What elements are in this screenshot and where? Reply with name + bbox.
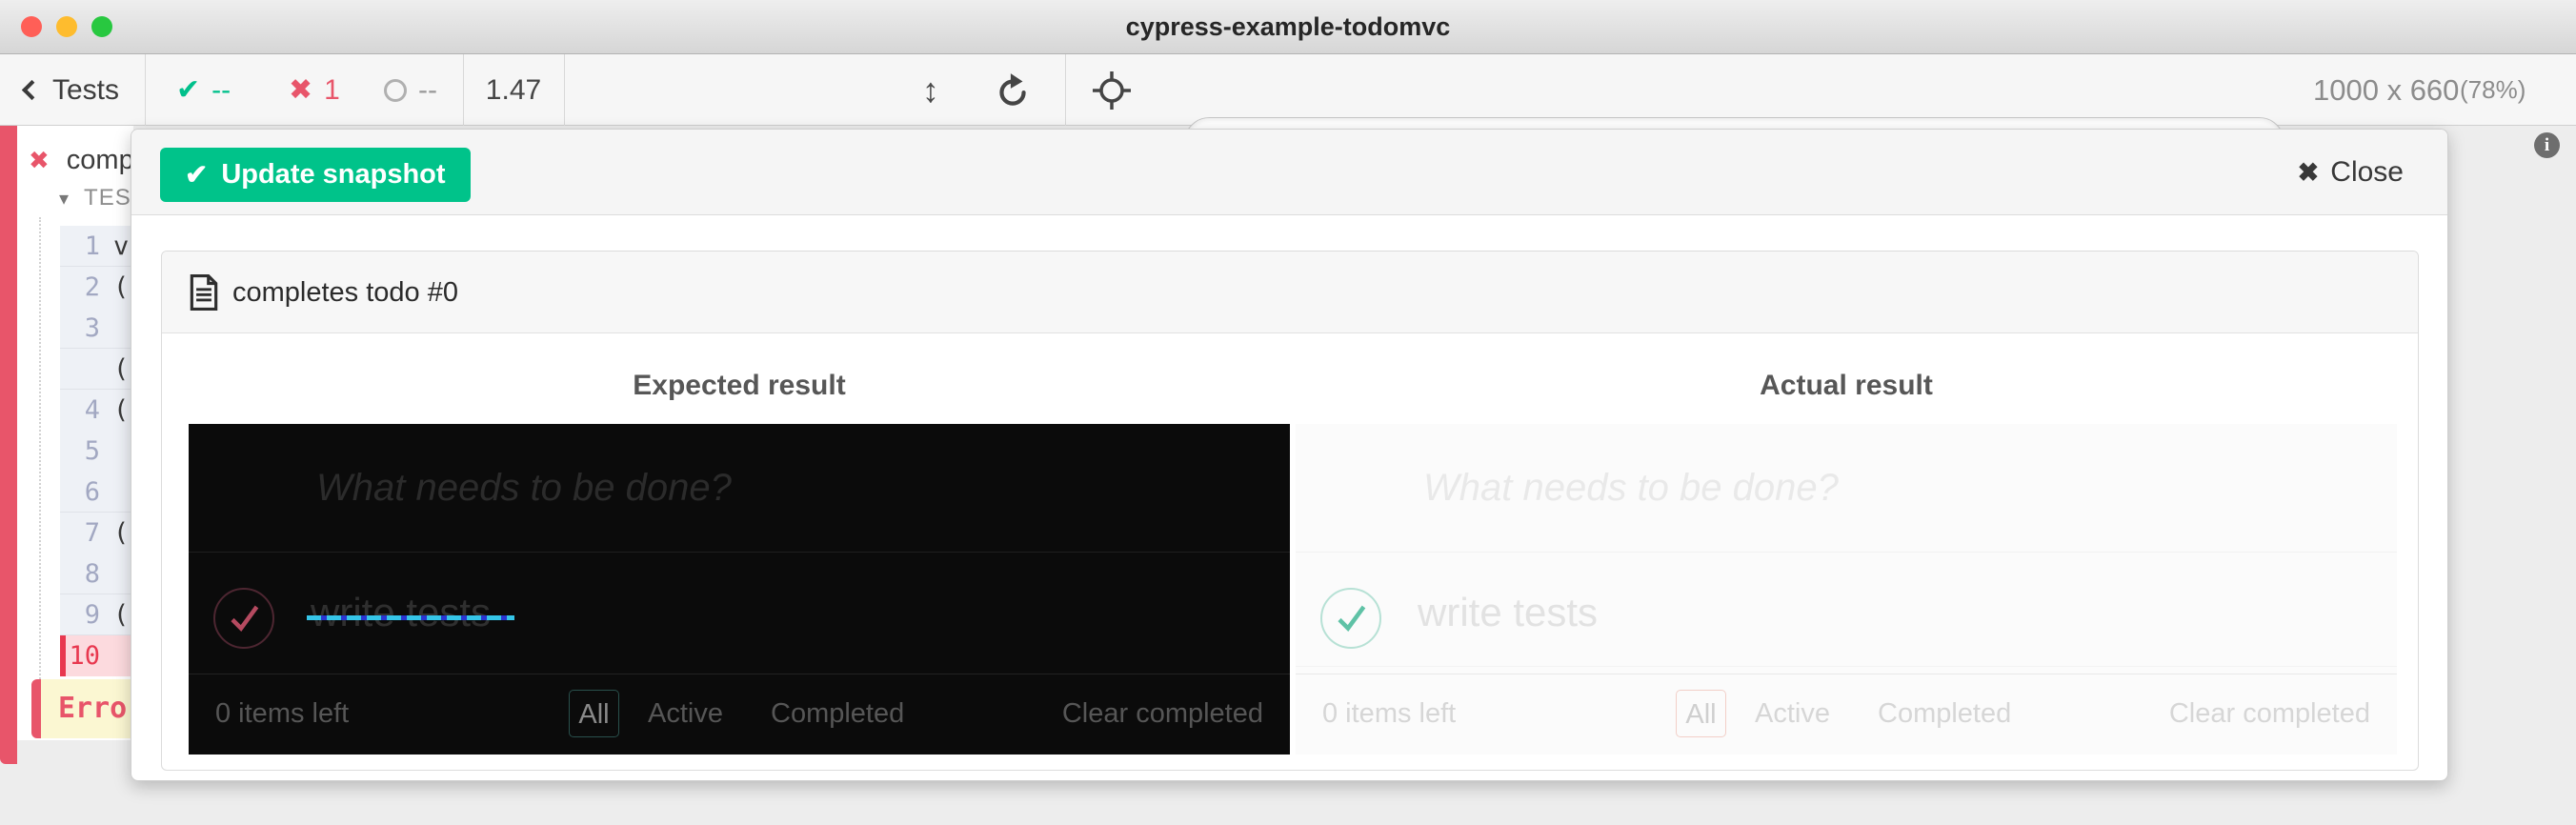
viewport-size: 1000 x 660 — [2313, 54, 2459, 126]
app-window: cypress-example-todomvc Tests ✔ -- ✖ 1 -… — [0, 0, 2576, 825]
check-icon: ✔ — [176, 73, 200, 107]
filter-completed: Completed — [1878, 690, 2011, 737]
toolbar: Tests ✔ -- ✖ 1 -- 1.47 ↕ — [0, 54, 2576, 126]
todo-toggle-icon — [1320, 588, 1381, 649]
close-button[interactable]: ✖ Close — [2298, 130, 2404, 215]
window-title: cypress-example-todomvc — [0, 0, 2576, 54]
test-duration: 1.47 — [463, 54, 564, 126]
items-left-count: 0 items left — [1322, 690, 1456, 737]
test-name: compl — [67, 145, 140, 176]
x-icon: ✖ — [289, 73, 312, 107]
filter-active: Active — [1755, 690, 1830, 737]
overlay-header: ✔ Update snapshot ✖ Close — [131, 130, 2447, 215]
close-icon: ✖ — [2298, 158, 2320, 188]
refresh-icon — [993, 70, 1033, 111]
expected-snapshot: What needs to be done? write tests 0 ite… — [189, 424, 1290, 755]
items-left-count: 0 items left — [215, 690, 349, 737]
indent-guide — [39, 217, 41, 724]
document-icon — [189, 274, 219, 315]
divider — [1065, 54, 1066, 126]
filter-completed: Completed — [771, 690, 904, 737]
snapshot-overlay: ✔ Update snapshot ✖ Close — [131, 129, 2448, 781]
pending-circle-icon — [384, 79, 407, 102]
new-todo-placeholder: What needs to be done? — [1423, 424, 1839, 552]
viewport-scale: (78%) — [2460, 54, 2526, 126]
todo-toggle-icon — [213, 588, 274, 649]
update-snapshot-label: Update snapshot — [221, 159, 445, 191]
back-to-tests-button[interactable]: Tests — [19, 54, 119, 126]
failed-count: ✖ 1 — [289, 54, 340, 126]
pending-value: -- — [418, 74, 437, 107]
strikethrough-line — [307, 615, 514, 620]
titlebar: cypress-example-todomvc — [0, 0, 2576, 54]
todo-item-label: write tests — [1418, 552, 1598, 674]
filter-all: All — [1676, 690, 1726, 737]
expected-heading: Expected result — [189, 364, 1290, 408]
divider — [145, 54, 146, 126]
collapse-triangle-icon: ▾ — [59, 187, 69, 211]
info-icon[interactable]: i — [2534, 132, 2560, 158]
snapshot-test-header: completes todo #0 — [162, 252, 2418, 333]
selector-playground-button[interactable] — [1091, 70, 1133, 116]
todo-item-label: write tests — [311, 552, 491, 674]
failed-test-stripe — [0, 126, 17, 764]
passed-value: -- — [211, 74, 231, 107]
crosshair-icon — [1091, 70, 1133, 111]
refresh-button[interactable] — [993, 70, 1033, 115]
suite-toggle[interactable]: ▾ TES — [59, 185, 131, 211]
actual-snapshot: What needs to be done? write tests 0 ite… — [1296, 424, 2397, 755]
failed-test-title[interactable]: ✖ compl — [29, 145, 140, 176]
snapshot-compare-box: completes todo #0 Expected result Actual… — [161, 251, 2419, 771]
updown-arrow-icon: ↕ — [922, 54, 939, 126]
snapshot-test-title: completes todo #0 — [232, 252, 458, 333]
filter-all: All — [569, 690, 619, 737]
actual-heading: Actual result — [1296, 364, 2397, 408]
divider — [564, 54, 565, 126]
back-to-tests-label: Tests — [52, 74, 119, 107]
new-todo-placeholder: What needs to be done? — [316, 424, 732, 552]
update-snapshot-button[interactable]: ✔ Update snapshot — [160, 148, 471, 202]
passed-count: ✔ -- — [176, 54, 231, 126]
chevron-left-icon — [22, 80, 42, 100]
pending-count: -- — [384, 54, 437, 126]
clear-completed-link: Clear completed — [2169, 690, 2370, 737]
clear-completed-link: Clear completed — [1062, 690, 1263, 737]
failed-value: 1 — [324, 74, 340, 107]
check-icon: ✔ — [185, 158, 208, 191]
divider — [1296, 666, 2397, 667]
reporter-sidebar: ✖ compl ▾ TES 1v 2( 3 ( 4( 5 6 7( 8 9( 1… — [17, 126, 133, 740]
close-label: Close — [2330, 156, 2404, 189]
fail-x-icon: ✖ — [29, 146, 50, 175]
filter-active: Active — [648, 690, 723, 737]
suite-label: TES — [84, 185, 131, 211]
